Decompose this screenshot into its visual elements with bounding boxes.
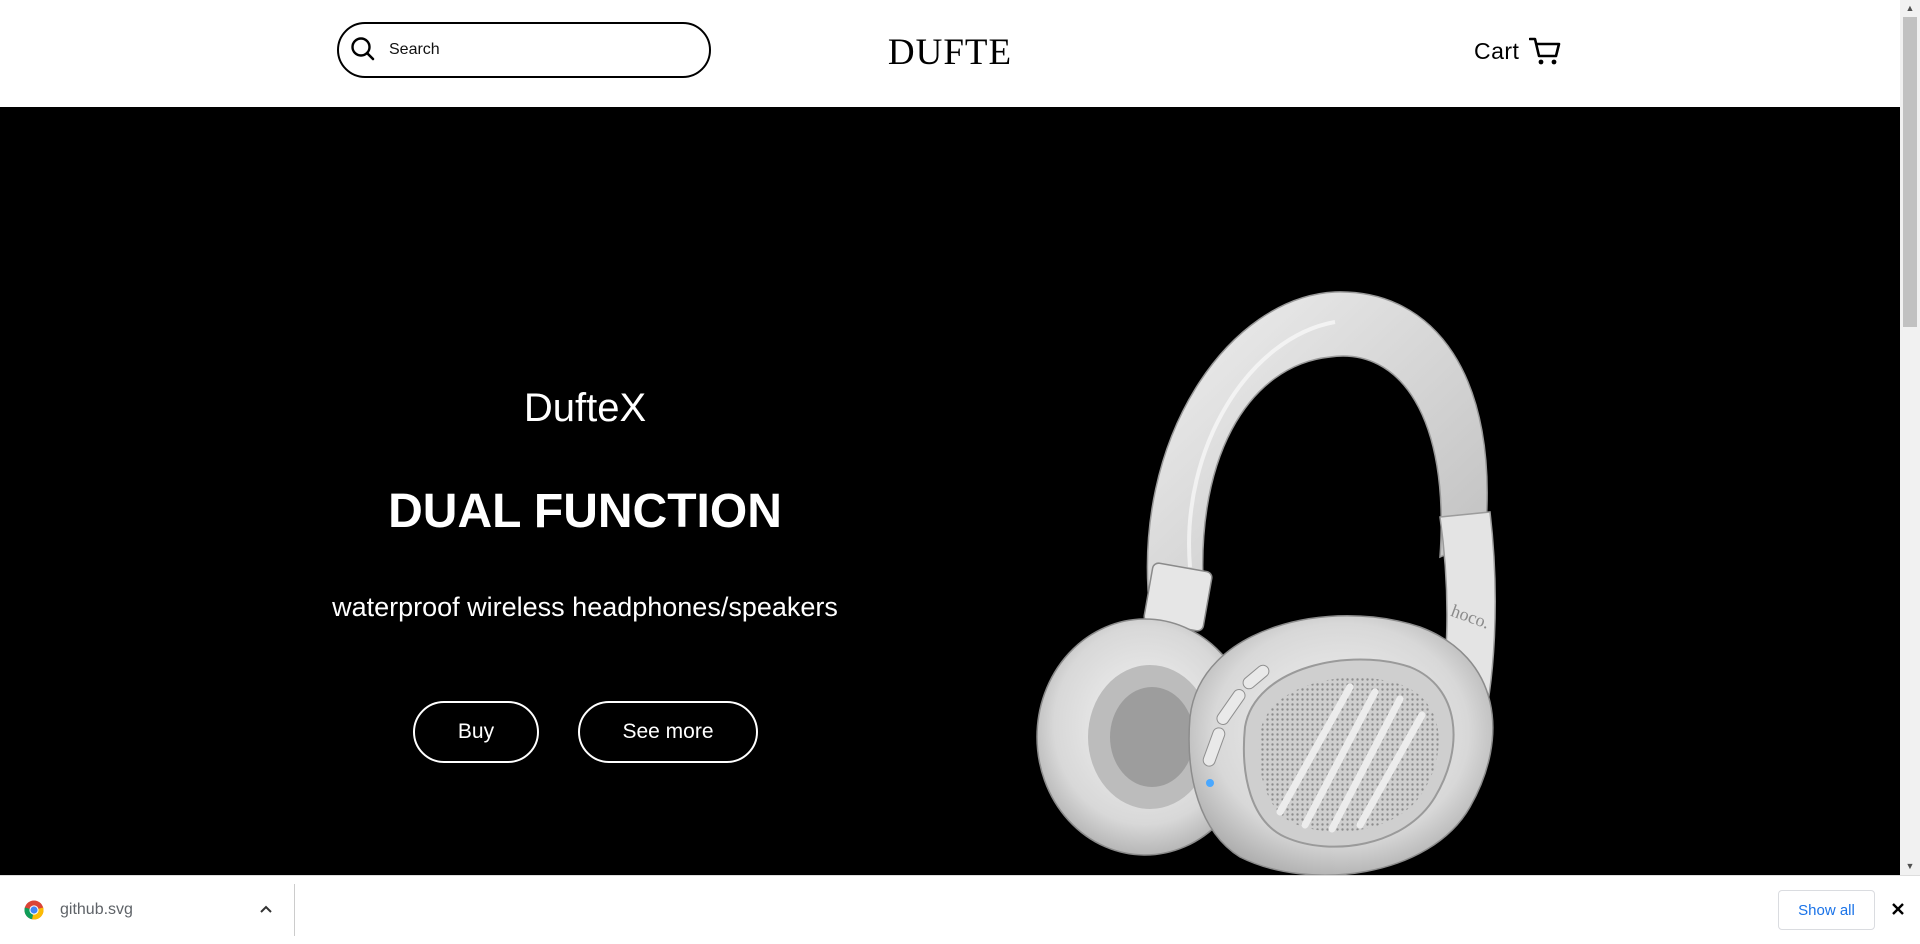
- chevron-up-icon[interactable]: [256, 896, 276, 920]
- site-header: DUFTE Cart: [0, 0, 1900, 107]
- scroll-up-icon[interactable]: ▲: [1900, 0, 1920, 17]
- hero-tagline: waterproof wireless headphones/speakers: [332, 592, 838, 622]
- scroll-down-icon[interactable]: ▼: [1900, 858, 1920, 875]
- site-logo[interactable]: DUFTE: [885, 28, 1015, 78]
- download-item[interactable]: github.svg: [0, 876, 295, 944]
- hero-headline: DUAL FUNCTION: [388, 485, 782, 538]
- headphones-image: hoco.: [1036, 291, 1496, 876]
- search-input[interactable]: [387, 34, 691, 66]
- cart-link[interactable]: Cart: [1474, 36, 1561, 66]
- search-icon[interactable]: [349, 36, 377, 64]
- chrome-icon: [24, 900, 44, 920]
- page-scrollbar[interactable]: ▲ ▼: [1900, 0, 1920, 875]
- hero-section: DufteX DUAL FUNCTION waterproof wireless…: [0, 107, 1900, 876]
- close-icon[interactable]: [1887, 898, 1909, 920]
- cart-label: Cart: [1474, 37, 1520, 64]
- scroll-thumb[interactable]: [1903, 17, 1917, 327]
- buy-button[interactable]: Buy: [413, 701, 539, 763]
- download-divider: [294, 884, 295, 936]
- hero-brand: DufteX: [523, 386, 647, 430]
- see-more-button[interactable]: See more: [578, 701, 758, 763]
- download-filename: github.svg: [60, 901, 133, 918]
- search-box[interactable]: [337, 22, 711, 78]
- cart-icon: [1529, 37, 1561, 65]
- show-all-button[interactable]: Show all: [1778, 890, 1875, 930]
- download-bar: github.svg Show all: [0, 875, 1920, 944]
